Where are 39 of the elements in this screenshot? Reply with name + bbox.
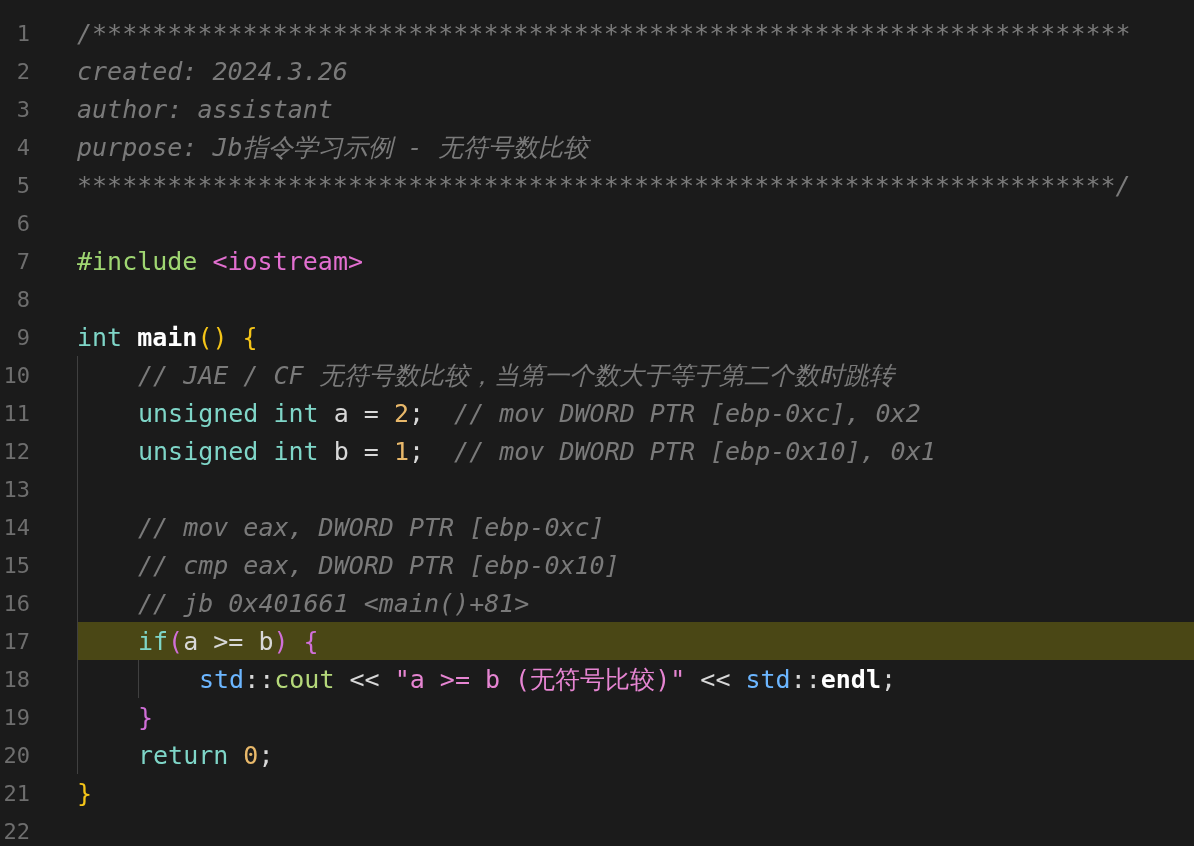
line-number: 3 [15,96,30,122]
line-number: 19 [2,704,30,730]
line-number: 18 [2,666,30,692]
code-line: // mov eax, DWORD PTR [ebp-0xc] [138,512,605,542]
line-number: 20 [2,742,30,768]
line-number: 5 [15,172,30,198]
code-line: // jb 0x401661 <main()+81> [138,588,530,618]
line-number: 7 [15,248,30,274]
line-number: 15 [2,552,30,578]
line-number: 14 [2,514,30,540]
line-number: 12 [2,438,30,464]
code-line: if(a >= b) { [138,626,319,656]
line-number: 17 [2,628,30,654]
code-line: std::cout << "a >= b (无符号比较)" << std::endl; [199,663,897,696]
line-number: 1 [15,20,30,46]
line-number: 13 [2,476,30,502]
code-line: } [138,702,154,732]
line-number: 16 [2,590,30,616]
code-line: created: 2024.3.26 [77,56,348,86]
code-line: author: assistant [77,94,333,124]
code-line: return 0; [138,740,274,770]
line-number: 22 [2,818,30,844]
code-line: unsigned int a = 2; // mov DWORD PTR [ebp-0xc], 0x2 [138,398,921,428]
line-number: 6 [15,210,30,236]
line-number: 10 [2,362,30,388]
code-line: } [77,778,93,808]
code-line: *********************************************************************/ [77,170,1131,200]
code-line: int main() { [77,322,258,352]
line-number: 11 [2,400,30,426]
line-number: 9 [15,324,30,350]
code-line: unsigned int b = 1; // mov DWORD PTR [ebp-0x10], 0x1 [138,436,936,466]
code-line: // cmp eax, DWORD PTR [ebp-0x10] [138,550,620,580]
code-line: #include <iostream> [77,246,363,276]
code-line: // JAE / CF 无符号数比较，当第一个数大于等于第二个数时跳转 [138,359,894,392]
line-number: 8 [15,286,30,312]
line-number: 21 [2,780,30,806]
line-number: 4 [15,134,30,160]
line-number: 2 [15,58,30,84]
code-line: /********************************************************************* [77,18,1131,48]
